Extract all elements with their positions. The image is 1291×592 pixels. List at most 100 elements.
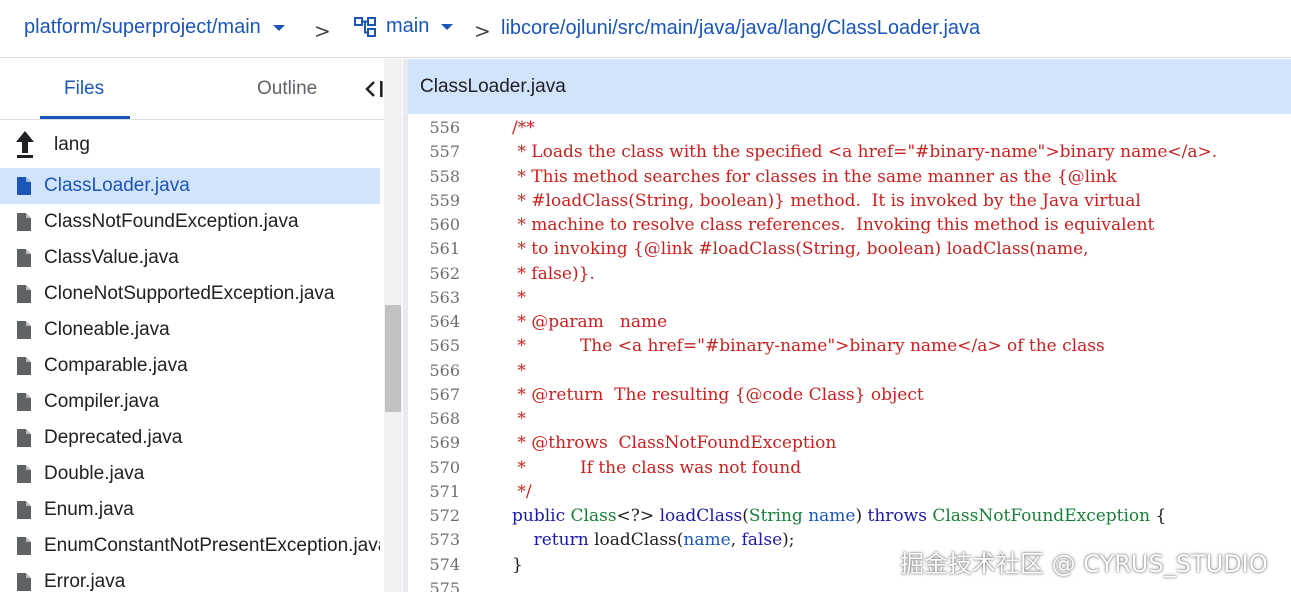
file-list-item[interactable]: EnumConstantNotPresentException.java <box>0 528 380 564</box>
tab-outline[interactable]: Outline <box>257 78 317 100</box>
line-number[interactable]: 566 <box>408 361 460 380</box>
code-token: * <box>512 409 526 429</box>
file-list-item[interactable]: ClassValue.java <box>0 240 380 276</box>
breadcrumb-bar: platform/superproject/main > main > libc… <box>0 0 1291 58</box>
code-line: 557 * Loads the class with the specified… <box>408 142 1291 166</box>
code-token: */ <box>512 481 532 502</box>
code-line: 568 * <box>408 409 1291 433</box>
file-list-item[interactable]: CloneNotSupportedException.java <box>0 276 380 312</box>
file-name: EnumConstantNotPresentException.java <box>44 535 380 556</box>
parent-directory[interactable]: lang <box>0 129 380 163</box>
file-icon <box>17 537 31 555</box>
file-name: Enum.java <box>44 499 134 520</box>
file-list-item[interactable]: ClassLoader.java <box>0 168 380 204</box>
code-token[interactable]: Class <box>571 506 617 526</box>
file-name: ClassLoader.java <box>44 175 190 196</box>
file-path: libcore/ojluni/src/main/java/java/lang/C… <box>501 17 981 39</box>
line-number[interactable]: 573 <box>408 530 460 549</box>
line-number[interactable]: 558 <box>408 167 460 186</box>
line-number[interactable]: 559 <box>408 191 460 210</box>
branch-selector[interactable]: main <box>354 15 454 38</box>
code-text: * <box>512 361 526 381</box>
code-token: /** <box>512 118 535 138</box>
file-icon <box>17 213 31 231</box>
code-token: * Loads the class with the specified <a … <box>512 142 1218 163</box>
code-text: * <box>512 288 526 308</box>
line-number[interactable]: 574 <box>408 555 460 574</box>
code-token[interactable]: ClassNotFoundException <box>932 506 1150 526</box>
line-number[interactable]: 568 <box>408 409 460 428</box>
file-list-item[interactable]: Comparable.java <box>0 348 380 384</box>
file-icon <box>17 501 31 519</box>
line-number[interactable]: 557 <box>408 142 460 161</box>
code-token: return <box>512 530 595 551</box>
line-number[interactable]: 561 <box>408 239 460 258</box>
line-number[interactable]: 562 <box>408 264 460 283</box>
code-line: 565 * The <a href="#binary-name">binary … <box>408 336 1291 360</box>
file-name: Double.java <box>44 463 145 484</box>
code-token: name <box>683 530 731 551</box>
file-icon <box>17 177 31 195</box>
code-token: loadClass <box>594 530 677 551</box>
chevron-down-icon <box>272 24 285 31</box>
line-number[interactable]: 569 <box>408 433 460 452</box>
code-line: 575 <box>408 579 1291 592</box>
file-list-item[interactable]: Compiler.java <box>0 384 380 420</box>
line-number[interactable]: 556 <box>408 118 460 137</box>
code-token: * machine to resolve class references. I… <box>512 215 1155 235</box>
file-name: CloneNotSupportedException.java <box>44 283 335 304</box>
code-token[interactable]: loadClass <box>660 506 743 526</box>
code-text: * @throws ClassNotFoundException <box>512 433 836 453</box>
code-token[interactable]: String <box>749 506 803 526</box>
code-text: * Loads the class with the specified <a … <box>512 142 1217 162</box>
file-name: ClassNotFoundException.java <box>44 211 299 232</box>
code-line: 571 */ <box>408 482 1291 506</box>
code-line: 567 * @return The resulting {@code Class… <box>408 385 1291 409</box>
chevron-right-icon: > <box>474 19 491 43</box>
file-sidebar: Files Outline lang ClassLoader.java Class… <box>0 59 404 592</box>
line-number[interactable]: 565 <box>408 336 460 355</box>
project-selector[interactable]: platform/superproject/main <box>24 16 285 39</box>
code-text: return loadClass(name, false); <box>512 530 795 550</box>
file-list-item[interactable]: Double.java <box>0 456 380 492</box>
code-token: * false)}. <box>512 263 595 284</box>
code-text: * @return The resulting {@code Class} ob… <box>512 384 924 405</box>
file-name: Deprecated.java <box>44 427 183 448</box>
line-number[interactable]: 563 <box>408 288 460 307</box>
branch-icon <box>354 16 376 37</box>
file-list-item[interactable]: Enum.java <box>0 492 380 528</box>
line-number[interactable]: 572 <box>408 506 460 525</box>
code-viewer: 556 /** 557 * Loads the class with the spe… <box>408 114 1291 592</box>
code-text: * false)}. <box>512 263 595 284</box>
line-number[interactable]: 560 <box>408 215 460 234</box>
code-token: * to invoking {@link #loadClass(String, … <box>512 239 1089 260</box>
file-list-item[interactable]: Cloneable.java <box>0 312 380 348</box>
code-line: 572 public Class<?> loadClass(String name… <box>408 506 1291 530</box>
line-number[interactable]: 571 <box>408 482 460 501</box>
code-token: ( <box>742 506 749 526</box>
code-token: * <box>512 360 526 381</box>
code-text: * to invoking {@link #loadClass(String, … <box>512 239 1089 260</box>
code-line: 559 * #loadClass(String, boolean)} metho… <box>408 191 1291 215</box>
file-list-item[interactable]: Deprecated.java <box>0 420 380 456</box>
line-number[interactable]: 570 <box>408 458 460 477</box>
code-text: } <box>512 555 523 575</box>
file-path-link[interactable]: libcore/ojluni/src/main/java/java/lang/C… <box>501 17 980 40</box>
tab-files[interactable]: Files <box>64 78 104 100</box>
code-token: , <box>730 530 742 551</box>
code-line: 556 /** <box>408 118 1291 142</box>
code-token: * The <a href="#binary-name">binary name… <box>512 336 1105 357</box>
code-text: /** <box>512 118 535 138</box>
collapse-left-icon[interactable] <box>360 77 386 101</box>
file-list-item[interactable]: Error.java <box>0 564 380 592</box>
code-text: * This method searches for classes in th… <box>512 167 1116 187</box>
line-number[interactable]: 567 <box>408 385 460 404</box>
code-token: * @return The resulting {@code Class} ob… <box>512 384 924 405</box>
sidebar-scrollbar-thumb[interactable] <box>385 305 401 412</box>
line-number[interactable]: 564 <box>408 312 460 331</box>
file-list-item[interactable]: ClassNotFoundException.java <box>0 204 380 240</box>
code-token: <?> <box>616 506 660 526</box>
line-number[interactable]: 575 <box>408 579 460 592</box>
code-text: * #loadClass(String, boolean)} method. I… <box>512 191 1140 211</box>
code-token: } <box>512 554 523 575</box>
